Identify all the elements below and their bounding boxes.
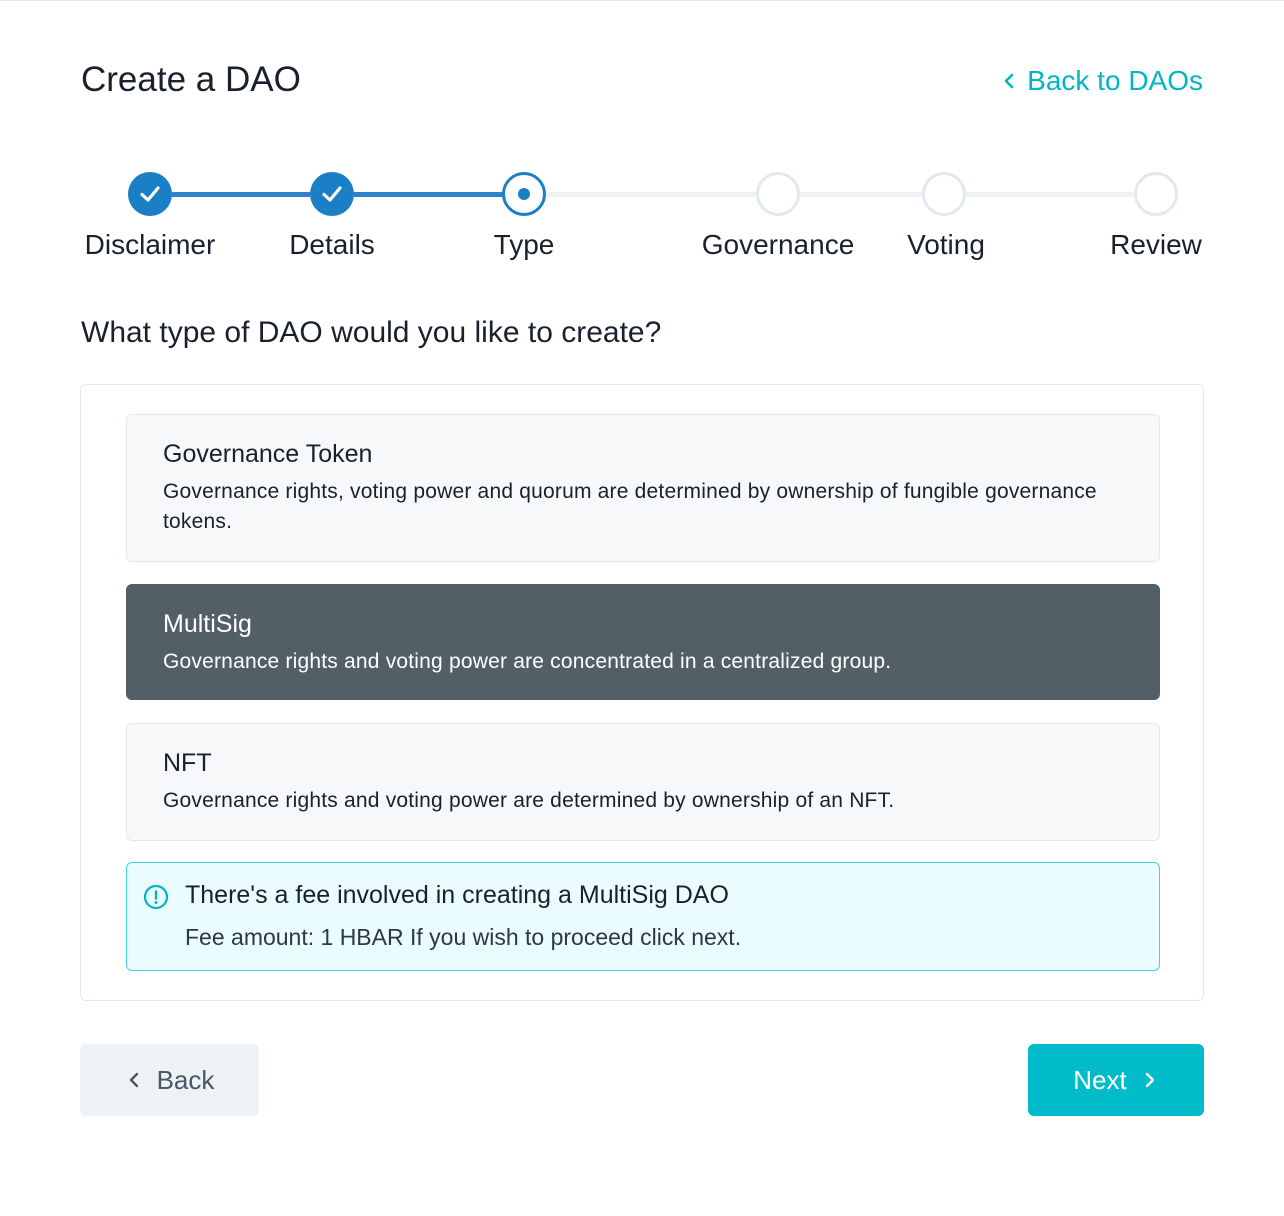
option-title: Governance Token <box>163 440 373 468</box>
back-button-label: Back <box>156 1064 215 1095</box>
step-label-type: Type <box>493 229 555 260</box>
option-multisig[interactable]: MultiSig Governance rights and voting po… <box>126 584 1160 700</box>
step-details-indicator <box>310 172 354 216</box>
info-circle-icon <box>143 884 169 910</box>
step-connector <box>798 192 924 197</box>
step-label-review: Review <box>1110 229 1202 260</box>
alert-title: There's a fee involved in creating a Mul… <box>185 881 729 909</box>
back-button[interactable]: Back <box>80 1044 259 1116</box>
alert-text: Fee amount: 1 HBAR If you wish to procee… <box>185 924 742 950</box>
check-icon <box>322 186 342 202</box>
step-connector <box>966 192 1134 197</box>
option-nft[interactable]: NFT Governance rights and voting power a… <box>126 723 1160 841</box>
option-governance-token[interactable]: Governance Token Governance rights, voti… <box>126 414 1160 562</box>
step-voting-indicator <box>922 172 966 216</box>
step-connector <box>354 192 504 197</box>
dao-type-question: What type of DAO would you like to creat… <box>81 316 662 349</box>
dao-type-panel: Governance Token Governance rights, voti… <box>80 384 1204 1001</box>
next-button-label: Next <box>1073 1064 1127 1095</box>
option-description: Governance rights and voting power are c… <box>163 650 892 673</box>
step-connector <box>172 192 310 197</box>
fee-alert: There's a fee involved in creating a Mul… <box>126 862 1160 971</box>
check-icon <box>140 186 160 202</box>
step-label-details: Details <box>289 229 375 260</box>
step-label-disclaimer: Disclaimer <box>84 229 216 260</box>
option-title: MultiSig <box>163 610 252 638</box>
option-description: Governance rights, voting power and quor… <box>163 480 1097 533</box>
chevron-left-icon <box>129 1072 138 1088</box>
stepper: Disclaimer Details Type Governance Votin… <box>0 1 1284 281</box>
step-label-voting: Voting <box>907 229 985 260</box>
step-governance-indicator <box>756 172 800 216</box>
step-review-indicator <box>1134 172 1178 216</box>
option-title: NFT <box>163 749 212 777</box>
chevron-right-icon <box>1145 1072 1154 1088</box>
step-type-indicator <box>502 172 546 216</box>
next-button[interactable]: Next <box>1028 1044 1204 1116</box>
step-label-governance: Governance <box>701 229 855 260</box>
step-disclaimer-indicator <box>128 172 172 216</box>
step-connector <box>546 192 756 197</box>
active-dot <box>518 188 530 200</box>
option-description: Governance rights and voting power are d… <box>163 789 895 812</box>
